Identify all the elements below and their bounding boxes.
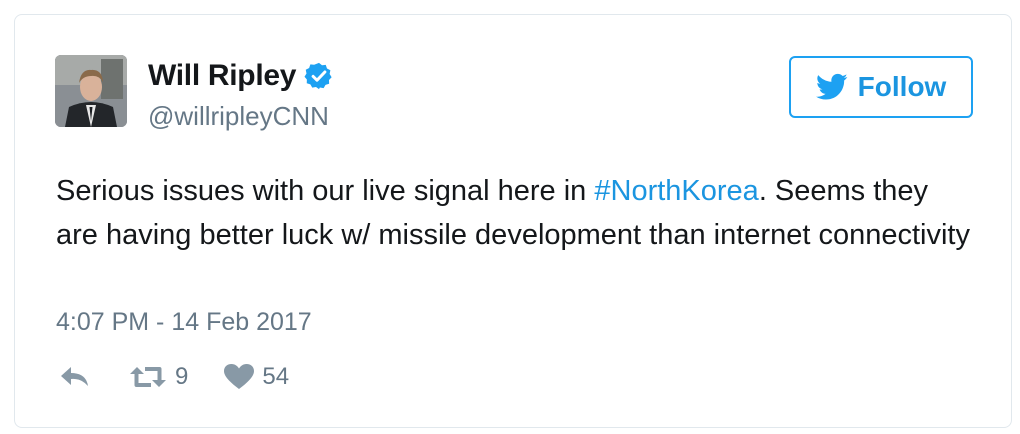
retweet-button[interactable]: 9	[129, 363, 188, 391]
retweet-icon	[130, 367, 166, 387]
tweet-card: Will Ripley @willripleyCNN Follow Seriou…	[14, 14, 1012, 428]
tweet-text: Serious issues with our live signal here…	[56, 169, 976, 257]
like-button[interactable]: 54	[224, 363, 289, 391]
author-name-row: Will Ripley	[148, 59, 334, 93]
hashtag-link[interactable]: #NorthKorea	[594, 175, 758, 207]
reply-button[interactable]	[59, 365, 91, 389]
retweet-count: 9	[175, 363, 189, 390]
tweet-text-part1: Serious issues with our live signal here…	[56, 175, 595, 207]
tweet-actions: 9 54	[59, 363, 289, 391]
profile-photo	[55, 55, 127, 127]
follow-button[interactable]: Follow	[789, 56, 973, 118]
author-handle[interactable]: @willripleyCNN	[148, 101, 329, 132]
like-count: 54	[262, 363, 290, 390]
tweet-timestamp[interactable]: 4:07 PM - 14 Feb 2017	[56, 308, 312, 337]
avatar[interactable]	[55, 55, 127, 127]
author-name[interactable]: Will Ripley	[148, 59, 296, 93]
reply-icon	[61, 367, 88, 386]
heart-icon	[224, 364, 255, 389]
twitter-bird-icon	[815, 73, 848, 100]
follow-label: Follow	[857, 71, 947, 102]
verified-badge-icon	[304, 62, 332, 90]
